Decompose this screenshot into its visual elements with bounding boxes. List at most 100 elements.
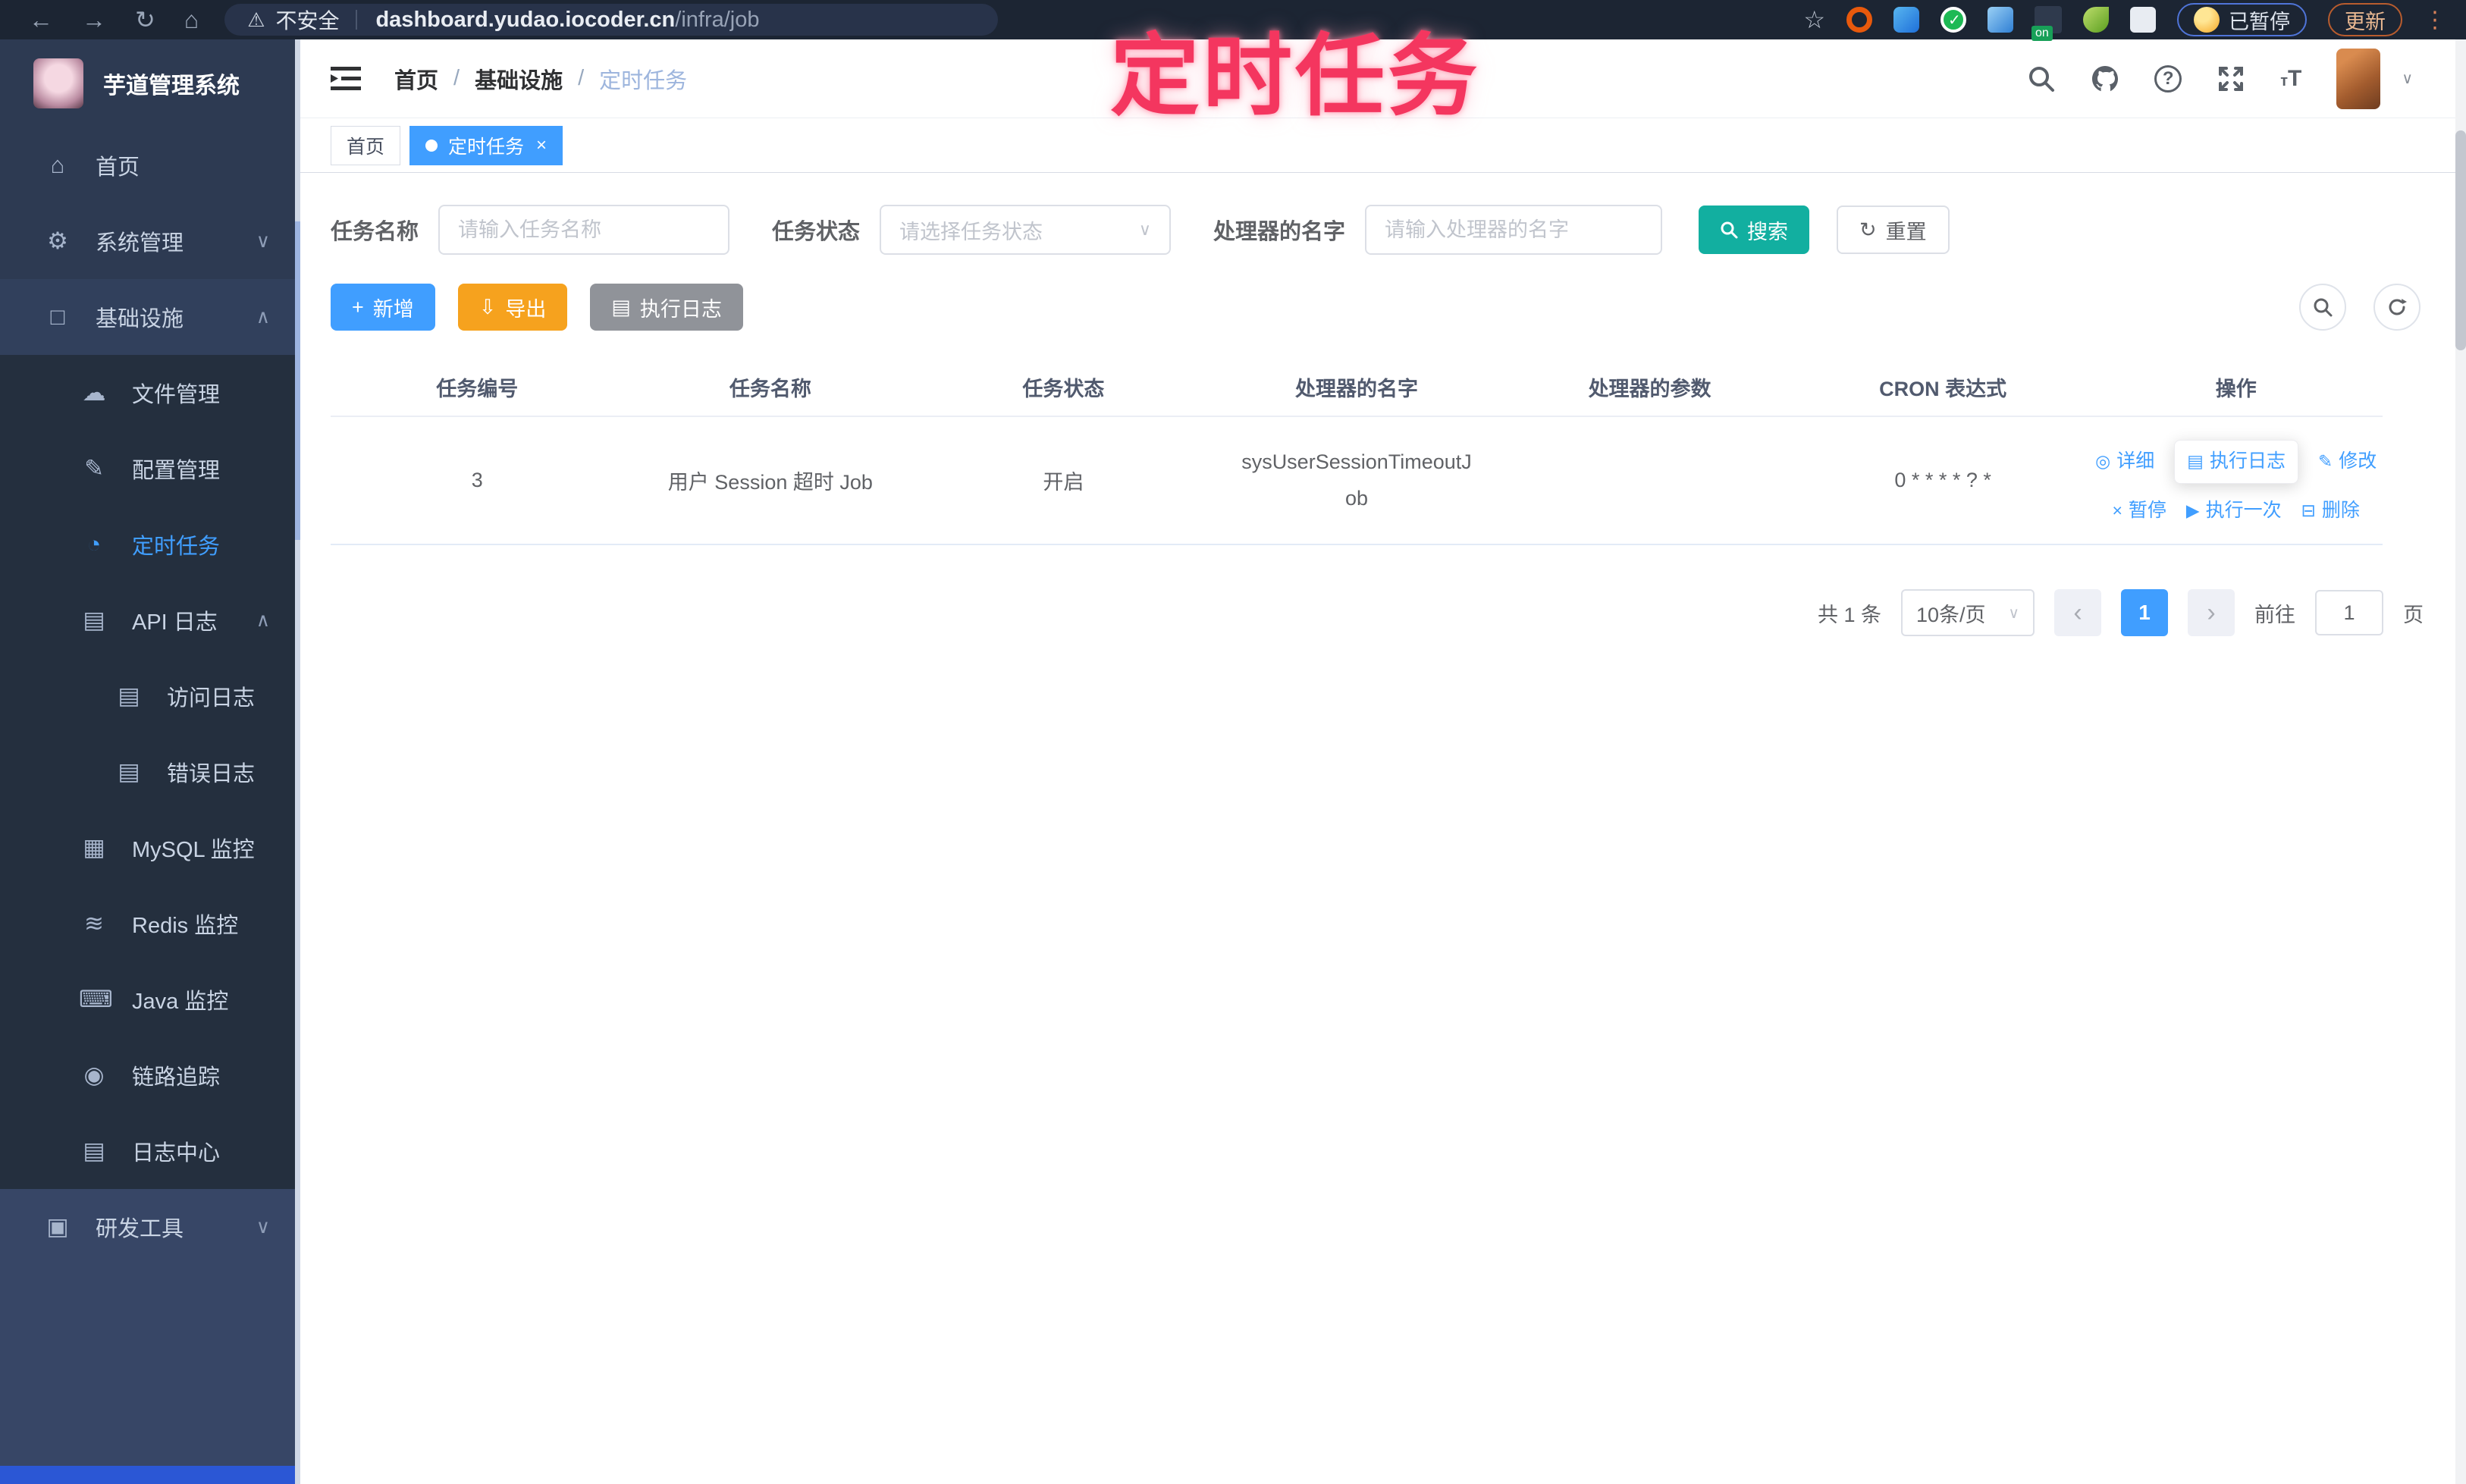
- not-secure-label[interactable]: 不安全: [275, 5, 339, 35]
- extension-dark-icon[interactable]: on: [2031, 6, 2062, 41]
- browser-back-icon[interactable]: ←: [29, 6, 53, 34]
- job-name-input[interactable]: [438, 205, 730, 255]
- filter-group-status: 任务状态 请选择任务状态 ∨: [772, 205, 1172, 255]
- fullscreen-icon[interactable]: [2217, 64, 2245, 93]
- extension-green-check-icon[interactable]: [1940, 7, 1966, 33]
- sidebar-item-label: 首页: [96, 155, 140, 180]
- sidebar-item-system-management[interactable]: ⚙ 系统管理 ∨: [0, 203, 300, 279]
- filter-form: 任务名称 任务状态 请选择任务状态 ∨ 处理器的名字 搜索: [331, 205, 2424, 255]
- pause-icon: ×: [2112, 500, 2122, 520]
- breadcrumb-home[interactable]: 首页: [394, 63, 438, 95]
- sidebar-item-java-monitor[interactable]: ⌨ Java 监控: [0, 962, 300, 1037]
- detail-link[interactable]: ◎ 详细: [2095, 450, 2154, 472]
- page-scrollbar[interactable]: [2455, 39, 2466, 1484]
- close-icon[interactable]: ×: [536, 135, 547, 156]
- table-row[interactable]: 3 用户 Session 超时 Job 开启 sysUserSessionTim…: [331, 417, 2383, 545]
- execution-log-button-label: 执行日志: [639, 297, 722, 321]
- page-scrollbar-thumb[interactable]: [2455, 130, 2466, 350]
- edit-link[interactable]: ✎ 修改: [2318, 450, 2377, 472]
- extensions-puzzle-icon[interactable]: [2130, 7, 2156, 33]
- sidebar-toggle-icon[interactable]: [331, 66, 361, 92]
- sidebar-scrollbar[interactable]: [295, 39, 300, 1484]
- log-icon: ▤: [118, 758, 140, 785]
- avatar-caret-down-icon[interactable]: ∨: [2402, 69, 2413, 88]
- execution-log-button[interactable]: ▤ 执行日志: [590, 284, 743, 331]
- user-avatar[interactable]: [2336, 48, 2381, 109]
- bookmark-star-icon[interactable]: ☆: [1803, 5, 1825, 34]
- pagination: 共 1 条 10条/页 ∨ ‹ 1 › 前往 页: [331, 589, 2424, 636]
- pause-link[interactable]: × 暂停: [2112, 500, 2166, 522]
- reset-button[interactable]: ↻ 重置: [1837, 206, 1950, 254]
- sidebar-item-trace[interactable]: ◉ 链路追踪: [0, 1037, 300, 1113]
- sidebar-item-scheduled-jobs[interactable]: ◔ 定时任务: [0, 507, 300, 582]
- sidebar-item-label: 日志中心: [132, 1141, 221, 1166]
- page-1-button[interactable]: 1: [2121, 589, 2168, 636]
- tab-label: 首页: [347, 136, 385, 158]
- next-page-button[interactable]: ›: [2188, 589, 2235, 636]
- browser-toolbar: ← → ↻ ⌂ ⚠ 不安全 dashboard.yudao.iocoder.cn…: [0, 0, 2466, 41]
- sidebar-item-redis-monitor[interactable]: ≋ Redis 监控: [0, 886, 300, 962]
- redis-icon: ≋: [84, 910, 104, 937]
- extension-gem-icon[interactable]: [1988, 7, 2013, 33]
- goto-page-input[interactable]: [2315, 590, 2383, 635]
- monitor-icon: □: [50, 303, 65, 330]
- gear-icon: ⚙: [47, 227, 68, 254]
- cell-job-name: 用户 Session 超时 Job: [667, 471, 873, 494]
- search-icon[interactable]: [2027, 64, 2056, 93]
- sidebar-item-mysql-monitor[interactable]: ▦ MySQL 监控: [0, 810, 300, 886]
- browser-menu-kebab-icon[interactable]: ⋮: [2424, 7, 2446, 33]
- page-size-select[interactable]: 10条/页 ∨: [1901, 589, 2035, 636]
- browser-update-button[interactable]: 更新: [2328, 3, 2402, 36]
- job-status-select[interactable]: 请选择任务状态 ∨: [880, 205, 1172, 255]
- handler-name-input[interactable]: [1365, 205, 1663, 255]
- edit-link-label: 修改: [2339, 450, 2377, 472]
- refresh-button[interactable]: [2373, 284, 2421, 331]
- sidebar-item-label: 访问日志: [167, 686, 256, 711]
- add-button[interactable]: + 新增: [331, 284, 435, 331]
- address-bar[interactable]: ⚠ 不安全 dashboard.yudao.iocoder.cn /infra/…: [224, 4, 999, 36]
- sidebar-item-infrastructure[interactable]: □ 基础设施 ∧: [0, 279, 300, 355]
- col-job-status: 任务状态: [1022, 377, 1105, 400]
- delete-link[interactable]: ⊟ 删除: [2301, 500, 2360, 522]
- sidebar-scrollbar-thumb[interactable]: [295, 221, 300, 540]
- url-path: /infra/job: [675, 7, 760, 32]
- extension-blue-icon[interactable]: [1893, 7, 1919, 33]
- prev-page-button[interactable]: ‹: [2054, 589, 2101, 636]
- browser-reload-icon[interactable]: ↻: [135, 5, 155, 34]
- run-once-link[interactable]: ▶ 执行一次: [2186, 500, 2282, 522]
- font-size-icon[interactable]: тT: [2280, 66, 2301, 92]
- job-status-label: 任务状态: [772, 220, 861, 244]
- export-button[interactable]: ⇩ 导出: [457, 284, 568, 331]
- browser-forward-icon[interactable]: →: [82, 6, 106, 34]
- sidebar-item-api-logs[interactable]: ▤ API 日志 ∧: [0, 582, 300, 658]
- breadcrumb-infrastructure[interactable]: 基础设施: [475, 63, 563, 95]
- sidebar-logo-row[interactable]: 芋道管理系统: [0, 39, 300, 127]
- extension-leaf-icon[interactable]: [2083, 7, 2109, 33]
- sidebar-item-home[interactable]: ⌂ 首页: [0, 127, 300, 203]
- sidebar-item-error-logs[interactable]: ▤ 错误日志: [0, 734, 300, 810]
- sidebar-item-access-logs[interactable]: ▤ 访问日志: [0, 658, 300, 734]
- delete-link-label: 删除: [2321, 499, 2360, 521]
- execution-log-link[interactable]: ▤ 执行日志: [2174, 440, 2298, 484]
- sidebar-item-log-center[interactable]: ▤ 日志中心: [0, 1113, 300, 1189]
- sidebar-item-config-management[interactable]: ✎ 配置管理: [0, 431, 300, 507]
- select-caret-icon: ∨: [2008, 604, 2019, 622]
- profile-paused-badge[interactable]: 已暂停: [2177, 3, 2307, 36]
- not-secure-warning-icon: ⚠: [247, 8, 265, 31]
- sidebar-item-dev-tools[interactable]: ▣ 研发工具 ∨: [0, 1189, 300, 1265]
- cell-job-id: 3: [471, 469, 483, 491]
- chevron-down-icon: ∨: [256, 231, 270, 252]
- tab-scheduled-jobs[interactable]: 定时任务 ×: [409, 125, 563, 165]
- browser-home-icon[interactable]: ⌂: [184, 6, 199, 34]
- extension-orange-icon[interactable]: [1846, 7, 1872, 33]
- help-icon[interactable]: ?: [2154, 64, 2182, 93]
- github-icon[interactable]: [2091, 64, 2119, 93]
- sidebar-item-label: 链路追踪: [132, 1065, 221, 1090]
- eye-icon: ◉: [83, 1062, 105, 1088]
- toggle-search-button[interactable]: [2299, 284, 2346, 331]
- sidebar: 芋道管理系统 ⌂ 首页 ⚙ 系统管理 ∨ □ 基础设施 ∧ ☁ 文件管理 ✎ 配…: [0, 39, 300, 1484]
- url-host: dashboard.yudao.iocoder.cn: [375, 7, 676, 32]
- sidebar-item-file-management[interactable]: ☁ 文件管理: [0, 355, 300, 431]
- search-button[interactable]: 搜索: [1699, 206, 1810, 254]
- tab-home[interactable]: 首页: [331, 125, 401, 165]
